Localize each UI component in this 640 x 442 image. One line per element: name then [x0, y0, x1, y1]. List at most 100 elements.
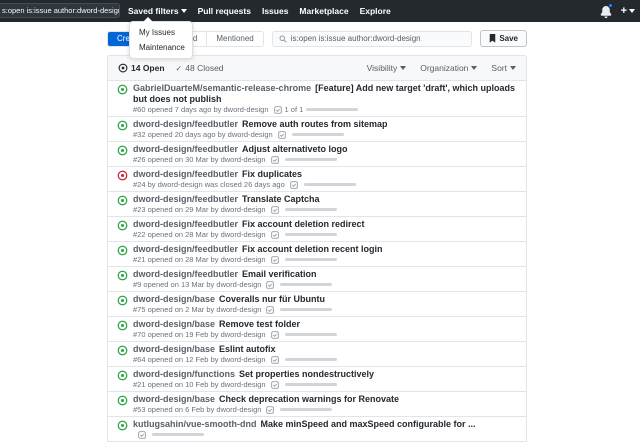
- issue-body: dword-design/base Coveralls nur für Ubunt…: [133, 294, 516, 315]
- issue-row[interactable]: dword-design/feedbutler Fix duplicates #2…: [108, 166, 526, 191]
- nav-issues[interactable]: Issues: [262, 6, 288, 16]
- issue-state-icon: [117, 295, 128, 306]
- saved-filters-menu: My Issues Maintenance: [129, 21, 193, 59]
- tasklist-progress: [271, 381, 337, 389]
- open-closed-counts: 14 Open ✓ 48 Closed: [118, 63, 224, 73]
- open-issues-filter[interactable]: 14 Open: [118, 63, 165, 73]
- issue-row[interactable]: kutlugsahin/vue-smooth-dnd Make minSpeed …: [108, 416, 526, 441]
- issue-row[interactable]: dword-design/base Check deprecation warni…: [108, 391, 526, 416]
- issue-title-link[interactable]: Remove test folder: [219, 319, 300, 329]
- issue-row[interactable]: dword-design/baseEslint autofix #64 open…: [108, 341, 526, 366]
- nav-saved-filters[interactable]: Saved filters: [128, 6, 187, 16]
- issue-repo-link[interactable]: dword-design/feedbutler: [133, 194, 238, 204]
- issue-title-link[interactable]: Fix account deletion recent login: [242, 244, 383, 254]
- issue-row[interactable]: dword-design/feedbutler Remove auth route…: [108, 116, 526, 141]
- organization-dropdown[interactable]: Organization: [420, 63, 477, 73]
- issue-title-link[interactable]: Set properties nondestructively: [239, 369, 374, 379]
- issue-title-link[interactable]: Fix account deletion redirect: [242, 219, 365, 229]
- checklist-icon: [266, 306, 274, 314]
- issue-row[interactable]: dword-design/feedbutler Fix account delet…: [108, 216, 526, 241]
- issue-title-link[interactable]: Fix duplicates: [242, 169, 302, 179]
- menu-item-my-issues[interactable]: My Issues: [130, 25, 192, 40]
- issue-body: dword-design/feedbutler Translate Captcha…: [133, 194, 516, 215]
- global-search-input[interactable]: s:open is:issue author:dword-design /: [0, 3, 120, 18]
- issue-opened-icon: [118, 63, 128, 73]
- issue-title-line: dword-design/feedbutler Adjust alternativ…: [133, 144, 516, 155]
- issue-repo-link[interactable]: dword-design/feedbutler: [133, 119, 238, 129]
- issue-body: GabrielDuarteM/semantic-release-chrome[F…: [133, 83, 516, 115]
- nav-pull-requests[interactable]: Pull requests: [198, 6, 251, 16]
- issue-state-icon: [117, 270, 128, 281]
- tasklist-progress: [271, 156, 337, 164]
- issue-state-icon: [117, 345, 128, 356]
- issue-row[interactable]: dword-design/functions Set properties non…: [108, 366, 526, 391]
- tab-mentioned[interactable]: Mentioned: [206, 32, 262, 46]
- issue-state-icon: [117, 220, 128, 231]
- chevron-down-icon: [471, 66, 477, 70]
- issue-title-link[interactable]: Remove auth routes from sitemap: [242, 119, 388, 129]
- save-button[interactable]: Save: [480, 30, 527, 47]
- tasklist-bar: [292, 133, 344, 136]
- issue-meta: #21 opened on 10 Feb by dword-design: [133, 381, 516, 390]
- visibility-dropdown[interactable]: Visibility: [367, 63, 407, 73]
- nav-explore[interactable]: Explore: [360, 6, 391, 16]
- issue-repo-link[interactable]: dword-design/feedbutler: [133, 219, 238, 229]
- issue-title-link[interactable]: Check deprecation warnings for Renovate: [219, 394, 399, 404]
- notifications-bell-icon[interactable]: [600, 5, 612, 17]
- issue-title-link[interactable]: Eslint autofix: [219, 344, 276, 354]
- issue-repo-link[interactable]: kutlugsahin/vue-smooth-dnd: [133, 419, 257, 429]
- issue-title-link[interactable]: Adjust alternativeto logo: [242, 144, 348, 154]
- issue-title-line: dword-design/base Coveralls nur für Ubunt…: [133, 294, 516, 305]
- issue-repo-link[interactable]: dword-design/feedbutler: [133, 269, 238, 279]
- issue-title-line: kutlugsahin/vue-smooth-dnd Make minSpeed …: [133, 419, 516, 430]
- menu-item-maintenance[interactable]: Maintenance: [130, 40, 192, 55]
- issue-row[interactable]: dword-design/feedbutler Translate Captcha…: [108, 191, 526, 216]
- issue-repo-link[interactable]: dword-design/feedbutler: [133, 244, 238, 254]
- checklist-icon: [271, 381, 279, 389]
- checklist-icon: [271, 156, 279, 164]
- tasklist-progress: [271, 206, 337, 214]
- header-right-icons: +: [600, 0, 635, 22]
- issue-row[interactable]: dword-design/feedbutler Adjust alternativ…: [108, 141, 526, 166]
- issue-row[interactable]: dword-design/feedbutler Fix account delet…: [108, 241, 526, 266]
- checklist-icon: [271, 356, 279, 364]
- tasklist-progress: [271, 231, 337, 239]
- issue-repo-link[interactable]: dword-design/base: [133, 394, 215, 404]
- issues-search-input[interactable]: is:open is:issue author:dword-design: [272, 31, 473, 47]
- issue-state-icon: [117, 170, 128, 181]
- global-search-value: s:open is:issue author:dword-design: [0, 6, 120, 15]
- issue-row[interactable]: dword-design/baseRemove test folder #70 …: [108, 316, 526, 341]
- sort-dropdown[interactable]: Sort: [491, 63, 516, 73]
- tasklist-bar: [285, 358, 337, 361]
- issue-meta: #22 opened on 28 Mar by dword-design: [133, 231, 516, 240]
- issue-title-link[interactable]: Coveralls nur für Ubuntu: [219, 294, 325, 304]
- issue-repo-link[interactable]: dword-design/feedbutler: [133, 169, 238, 179]
- issue-repo-link[interactable]: dword-design/base: [133, 294, 215, 304]
- issue-meta-text: #24 by dword-design was closed 26 days a…: [133, 181, 285, 189]
- issue-title-line: dword-design/functions Set properties non…: [133, 369, 516, 380]
- issue-title-link[interactable]: Email verification: [242, 269, 317, 279]
- issue-repo-link[interactable]: dword-design/feedbutler: [133, 144, 238, 154]
- tasklist-progress: [138, 431, 204, 439]
- issue-row[interactable]: dword-design/feedbutler Email verificatio…: [108, 266, 526, 291]
- issue-repo-link[interactable]: GabrielDuarteM/semantic-release-chrome: [133, 83, 311, 93]
- tasklist-bar: [280, 283, 332, 286]
- issue-title-link[interactable]: Translate Captcha: [242, 194, 320, 204]
- issue-state-icon: [117, 120, 128, 131]
- issue-body: dword-design/feedbutler Fix account delet…: [133, 219, 516, 240]
- issue-repo-link[interactable]: dword-design/base: [133, 344, 215, 354]
- issue-repo-link[interactable]: dword-design/functions: [133, 369, 235, 379]
- issue-row[interactable]: GabrielDuarteM/semantic-release-chrome[F…: [108, 80, 526, 116]
- tasklist-bar: [280, 408, 332, 411]
- issue-title-link[interactable]: Make minSpeed and maxSpeed configurable …: [261, 419, 476, 429]
- issues-list-header: 14 Open ✓ 48 Closed Visibility Organizat…: [108, 56, 526, 80]
- closed-issues-filter[interactable]: ✓ 48 Closed: [176, 63, 224, 73]
- top-header: s:open is:issue author:dword-design / Sa…: [0, 0, 640, 22]
- issue-repo-link[interactable]: dword-design/base: [133, 319, 215, 329]
- issue-row[interactable]: dword-design/base Coveralls nur für Ubunt…: [108, 291, 526, 316]
- issue-body: dword-design/baseEslint autofix #64 open…: [133, 344, 516, 365]
- create-new-button[interactable]: +: [621, 6, 635, 17]
- tasklist-bar: [306, 108, 358, 111]
- nav-marketplace[interactable]: Marketplace: [299, 6, 348, 16]
- tasklist-count: 1 of 1: [285, 106, 304, 114]
